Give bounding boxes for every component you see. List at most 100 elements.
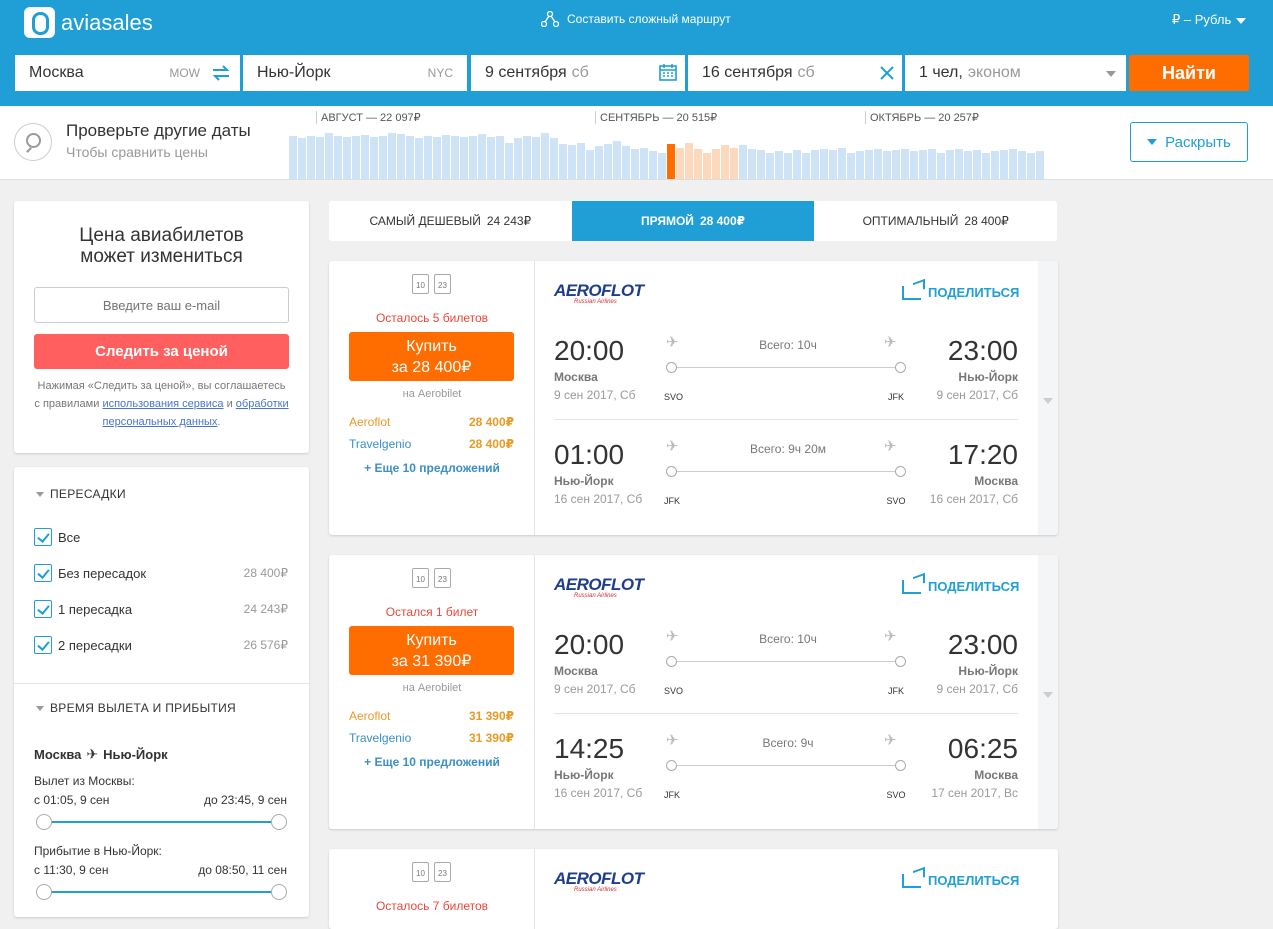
price-bar[interactable] — [514, 138, 522, 179]
price-bar[interactable] — [784, 152, 792, 179]
price-bar[interactable] — [1018, 151, 1026, 179]
price-bar[interactable] — [442, 134, 450, 179]
buy-button[interactable]: Купить за 28 400₽ — [349, 332, 514, 381]
price-bar[interactable] — [928, 149, 936, 179]
price-bar[interactable] — [910, 151, 918, 179]
price-bar[interactable] — [559, 144, 567, 179]
price-calendar-chart[interactable] — [289, 131, 1045, 179]
passengers-field[interactable]: 1 чел, эконом — [905, 55, 1126, 91]
price-bar[interactable] — [685, 143, 693, 179]
expand-button[interactable]: Раскрыть — [1130, 122, 1248, 162]
price-bar[interactable] — [289, 135, 297, 179]
price-bar[interactable] — [424, 135, 432, 179]
email-field[interactable] — [34, 287, 289, 323]
price-bar[interactable] — [577, 143, 585, 179]
price-bar[interactable] — [1027, 152, 1035, 179]
price-bar[interactable] — [964, 151, 972, 179]
price-bar[interactable] — [730, 147, 738, 179]
price-bar[interactable] — [811, 150, 819, 179]
price-bar[interactable] — [937, 152, 945, 179]
price-bar[interactable] — [298, 138, 306, 179]
price-bar[interactable] — [640, 147, 648, 179]
price-bar[interactable] — [334, 135, 342, 179]
depart-date-field[interactable]: 9 сентября сб — [471, 55, 685, 91]
more-offers-link[interactable]: + Еще 10 предложений — [329, 755, 535, 769]
price-bar[interactable] — [802, 152, 810, 179]
price-bar[interactable] — [694, 149, 702, 179]
price-bar[interactable] — [352, 135, 360, 179]
price-bar[interactable] — [388, 133, 396, 179]
complex-route-link[interactable]: Составить сложный маршрут — [541, 11, 731, 27]
price-bar[interactable] — [856, 151, 864, 179]
price-bar[interactable] — [343, 137, 351, 179]
price-bar[interactable] — [721, 145, 729, 179]
agency-offer[interactable]: Travelgenio 31 390₽ — [349, 731, 514, 745]
stops-checkbox-one[interactable]: 1 пересадка 24 243₽ — [34, 600, 288, 618]
price-bar[interactable] — [775, 151, 783, 179]
price-bar[interactable] — [793, 150, 801, 179]
share-button[interactable]: ПОДЕЛИТЬСЯ — [902, 285, 1019, 300]
price-bar[interactable] — [676, 147, 684, 179]
stops-checkbox-all[interactable]: Все — [34, 528, 288, 546]
price-bar[interactable] — [829, 150, 837, 179]
price-bar[interactable] — [613, 140, 621, 179]
price-bar[interactable] — [325, 133, 333, 179]
price-bar[interactable] — [478, 134, 486, 179]
logo[interactable]: aviasales — [24, 7, 153, 38]
slider-handle-start[interactable] — [36, 814, 52, 830]
price-bar[interactable] — [748, 149, 756, 179]
price-bar[interactable] — [433, 136, 441, 179]
arrive-slider[interactable] — [36, 884, 287, 900]
price-bar[interactable] — [982, 152, 990, 179]
price-bar[interactable] — [460, 137, 468, 179]
tab-direct[interactable]: ПРЯМОЙ 28 400₽ — [571, 201, 815, 241]
price-bar[interactable] — [892, 150, 900, 179]
time-section-toggle[interactable]: ВРЕМЯ ВЫЛЕТА И ПРИБЫТИЯ — [36, 701, 236, 715]
share-button[interactable]: ПОДЕЛИТЬСЯ — [902, 873, 1019, 888]
price-bar[interactable] — [1036, 151, 1044, 179]
slider-handle-start[interactable] — [36, 884, 52, 900]
find-button[interactable]: Найти — [1129, 55, 1249, 91]
price-bar[interactable] — [541, 133, 549, 179]
price-bar[interactable] — [946, 150, 954, 179]
price-bar[interactable] — [469, 135, 477, 179]
price-bar[interactable] — [757, 150, 765, 179]
price-bar[interactable] — [955, 149, 963, 179]
price-bar[interactable] — [901, 149, 909, 179]
price-bar[interactable] — [622, 146, 630, 179]
tab-optimal[interactable]: ОПТИМАЛЬНЫЙ 28 400₽ — [814, 201, 1057, 241]
price-bar[interactable] — [550, 138, 558, 179]
price-bar[interactable] — [415, 138, 423, 179]
return-date-field[interactable]: 16 сентября сб — [688, 55, 902, 91]
price-bar[interactable] — [631, 149, 639, 179]
slider-handle-end[interactable] — [271, 814, 287, 830]
price-bar[interactable] — [739, 145, 747, 179]
price-bar[interactable] — [505, 143, 513, 179]
price-bar[interactable] — [568, 145, 576, 179]
price-bar[interactable] — [604, 144, 612, 179]
price-bar[interactable] — [361, 134, 369, 179]
share-button[interactable]: ПОДЕЛИТЬСЯ — [902, 579, 1019, 594]
price-bar[interactable] — [1009, 149, 1017, 179]
tab-cheapest[interactable]: САМЫЙ ДЕШЕВЫЙ 24 243₽ — [329, 201, 572, 241]
price-bar[interactable] — [316, 136, 324, 179]
close-icon[interactable] — [880, 66, 894, 80]
price-bar[interactable] — [586, 150, 594, 179]
price-bar[interactable] — [667, 144, 675, 179]
agency-offer[interactable]: Travelgenio 28 400₽ — [349, 437, 514, 451]
buy-button[interactable]: Купить за 31 390₽ — [349, 626, 514, 675]
expand-ticket-toggle[interactable] — [1038, 261, 1058, 535]
price-bar[interactable] — [370, 136, 378, 179]
price-bar[interactable] — [379, 135, 387, 179]
price-bar[interactable] — [712, 149, 720, 179]
follow-price-button[interactable]: Следить за ценой — [34, 334, 289, 369]
price-bar[interactable] — [991, 151, 999, 179]
price-bar[interactable] — [973, 150, 981, 179]
price-bar[interactable] — [820, 149, 828, 179]
price-bar[interactable] — [532, 136, 540, 179]
price-bar[interactable] — [496, 135, 504, 179]
price-bar[interactable] — [766, 152, 774, 179]
origin-field[interactable]: Москва MOW — [15, 55, 240, 91]
destination-field[interactable]: Нью-Йорк NYC — [243, 55, 467, 91]
currency-select[interactable]: ₽ – Рубль — [1172, 12, 1247, 28]
